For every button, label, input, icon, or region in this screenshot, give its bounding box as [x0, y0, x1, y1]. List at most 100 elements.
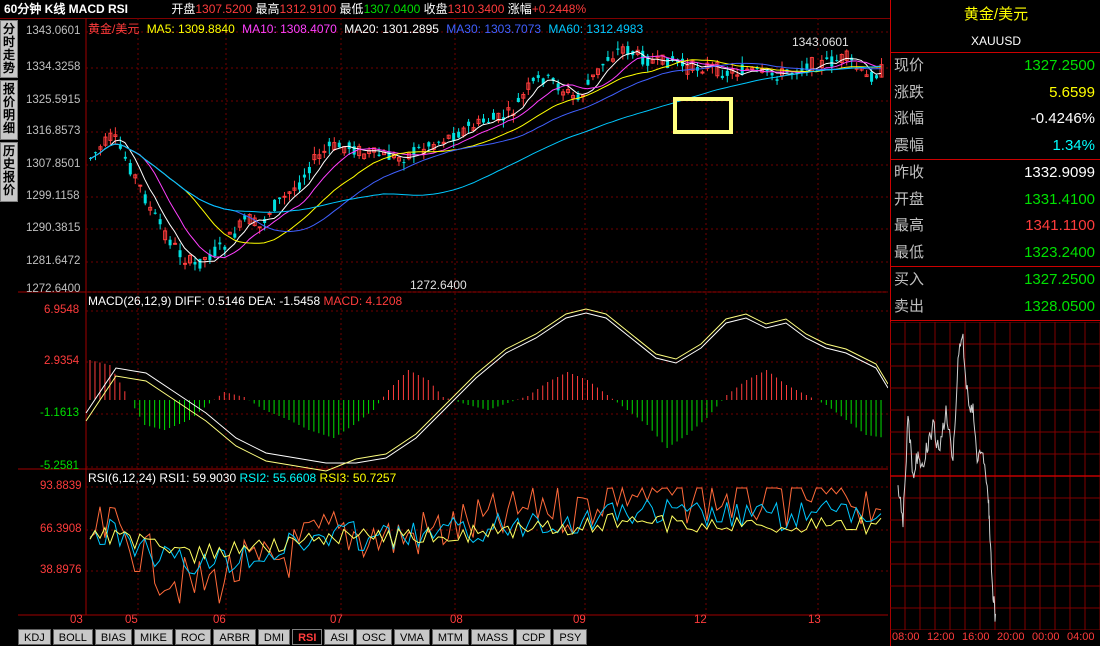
- quote-label: 买入: [894, 271, 925, 288]
- indicator-tabs: KDJ BOLL BIAS MIKE ROC ARBR DMI RSI ASI OSC VMA MTM…: [18, 629, 588, 646]
- quote-value: -0.4246%: [1030, 110, 1095, 127]
- tab-bias[interactable]: BIAS: [94, 629, 132, 645]
- candle-body-up: [322, 150, 327, 153]
- candle-body-down: [606, 57, 610, 61]
- candle-body-down: [347, 142, 351, 150]
- quote-value: 1328.0500: [1024, 297, 1095, 315]
- rsi-legend: RSI(6,12,24) RSI1: 59.9030 RSI2: 55.6608…: [88, 471, 396, 485]
- x-tick: 07: [330, 614, 343, 626]
- quote-row: 昨收 1332.9099: [891, 160, 1100, 187]
- candle-body-down: [875, 75, 879, 79]
- tab-kdj[interactable]: KDJ: [18, 629, 51, 645]
- tab-dmi[interactable]: DMI: [257, 629, 291, 645]
- high-value: 1312.9100: [279, 2, 337, 16]
- tab-cdp[interactable]: CDP: [516, 629, 552, 645]
- candle-body-down: [193, 262, 197, 265]
- side-tab-intraday[interactable]: 分时走势: [0, 20, 18, 78]
- macd-legend: MACD(26,12,9) DIFF: 0.5146 DEA: -1.5458 …: [88, 294, 402, 308]
- change-label: 涨幅: [507, 2, 532, 16]
- candle-body-down: [720, 75, 724, 79]
- candle-body-down: [337, 142, 341, 148]
- tab-boll[interactable]: BOLL: [52, 629, 93, 645]
- rsi1-label: RSI1: 59.9030: [159, 471, 237, 485]
- ma10-label: MA10: 1308.4070: [242, 22, 337, 36]
- intraday-price-line: [897, 333, 996, 622]
- mini-x-tick: 16:00: [962, 631, 990, 643]
- ma5-label: MA5: 1309.8840: [146, 22, 235, 36]
- quote-row: 涨跌 5.6599: [891, 80, 1100, 107]
- mini-x-tick: 12:00: [927, 631, 955, 643]
- max-price-label: 1343.0601: [792, 35, 849, 49]
- ma60-label: MA60: 1312.4983: [548, 22, 644, 36]
- quote-label: 卖出: [894, 297, 925, 315]
- macd-y-tick: -5.2581: [40, 460, 80, 472]
- side-tab-history[interactable]: 历史报价: [0, 142, 18, 202]
- tab-asi[interactable]: ASI: [324, 629, 355, 645]
- candle-body-down: [870, 71, 874, 82]
- candle-body-down: [213, 246, 217, 257]
- main-chart[interactable]: [18, 18, 888, 626]
- quote-value: 1327.2500: [1024, 57, 1095, 74]
- candle-body-down: [218, 242, 222, 245]
- macd-diff-line: [85, 312, 888, 464]
- price-y-tick: 1325.5915: [26, 94, 81, 106]
- change-value: +0.2448%: [531, 2, 587, 16]
- mini-x-tick: 08:00: [892, 631, 920, 643]
- quote-row: 买入 1327.2500: [891, 267, 1100, 294]
- rsi-lines: [89, 486, 882, 604]
- macd-histogram: [89, 360, 882, 448]
- candle-body-down: [482, 118, 486, 123]
- x-tick: 05: [125, 614, 138, 626]
- tab-psy[interactable]: PSY: [553, 629, 588, 645]
- low-value: 1307.0400: [363, 2, 421, 16]
- tab-mtm[interactable]: MTM: [431, 629, 469, 645]
- intraday-mini-chart[interactable]: [890, 322, 1100, 630]
- close-value: 1310.3400: [447, 2, 505, 16]
- candle-body-down: [168, 239, 172, 246]
- tab-mass[interactable]: MASS: [470, 629, 515, 645]
- highlight-box: [673, 97, 733, 134]
- high-label: 最高: [255, 2, 280, 16]
- candle-body-up: [282, 195, 287, 198]
- tab-mike[interactable]: MIKE: [134, 629, 173, 645]
- quote-value: 1331.4100: [1024, 190, 1095, 208]
- tab-roc[interactable]: ROC: [174, 629, 212, 645]
- rsi2-line: [89, 498, 882, 575]
- rsi-title: RSI(6,12,24): [88, 471, 157, 485]
- quote-row: 涨幅 -0.4246%: [891, 106, 1100, 133]
- x-tick: 03: [70, 614, 83, 626]
- quote-label: 震幅: [894, 136, 925, 154]
- tab-osc[interactable]: OSC: [356, 629, 393, 645]
- quote-label: 涨幅: [894, 110, 925, 127]
- ma5-line: [89, 50, 882, 263]
- macd-dea-line: [85, 308, 888, 472]
- candlestick-series: [89, 41, 884, 272]
- ma30-line: [89, 62, 882, 233]
- quote-label: 最低: [894, 243, 925, 261]
- tab-vma[interactable]: VMA: [394, 629, 430, 645]
- mini-x-tick: 04:00: [1067, 631, 1095, 643]
- ma30-label: MA30: 1303.7073: [446, 22, 542, 36]
- tab-rsi[interactable]: RSI: [292, 629, 323, 645]
- quote-value: 5.6599: [1049, 83, 1095, 101]
- candle-body-down: [516, 97, 520, 103]
- candle-body-down: [143, 194, 147, 204]
- candle-body-down: [198, 258, 202, 269]
- macd-diff: DIFF: 0.5146: [174, 294, 245, 308]
- mini-chart-x-axis: 08:00 12:00 16:00 20:00 00:00 04:00: [890, 630, 1100, 646]
- quote-group-bidask: 买入 1327.2500 卖出 1328.0500: [891, 267, 1100, 321]
- price-y-tick: 1316.8573: [26, 125, 81, 137]
- candle-body-down: [427, 142, 431, 147]
- candle-body-down: [178, 250, 182, 258]
- quote-row: 开盘 1331.4100: [891, 187, 1100, 214]
- quote-value: 1323.2400: [1024, 243, 1095, 261]
- quote-label: 昨收: [894, 164, 925, 181]
- side-tab-quote-detail[interactable]: 报价明细: [0, 80, 18, 140]
- chart-header-bar: 60分钟 K线 MACD RSI 开盘1307.5200 最高1312.9100…: [0, 0, 890, 19]
- candle-body-down: [601, 63, 605, 66]
- quote-row: 最高 1341.1100: [891, 213, 1100, 240]
- rsi2-label: RSI2: 55.6608: [239, 471, 317, 485]
- candle-body-down: [302, 174, 306, 178]
- candle-body-down: [536, 75, 540, 78]
- tab-arbr[interactable]: ARBR: [213, 629, 256, 645]
